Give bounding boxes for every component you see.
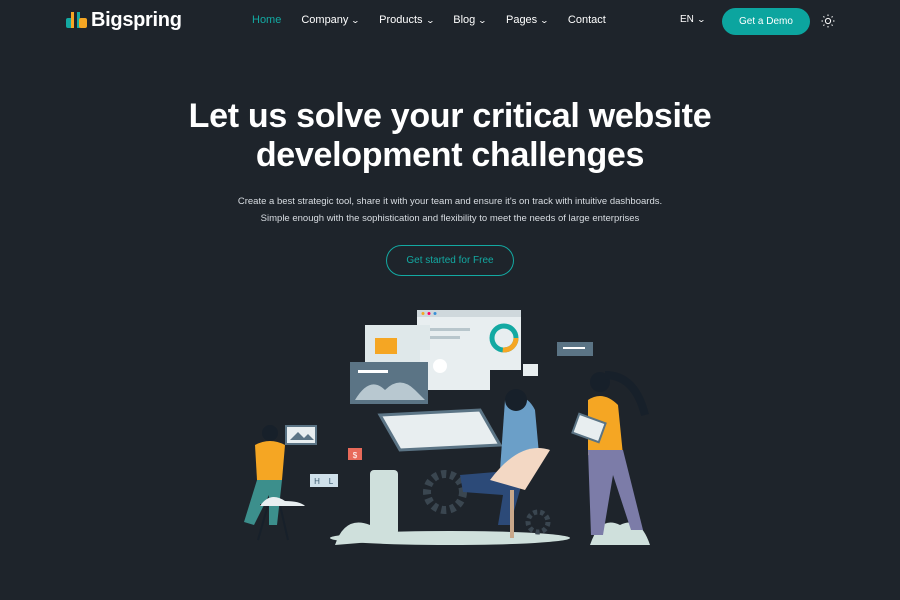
nav-label: Home <box>252 14 282 26</box>
chevron-down-icon: ⌄ <box>477 15 488 25</box>
nav-label: Pages <box>505 14 538 26</box>
nav-contact[interactable]: Contact <box>568 14 606 26</box>
hero-illustration: $ H L <box>244 310 650 545</box>
chevron-down-icon: ⌄ <box>351 15 361 25</box>
nav-label: Products <box>379 14 423 26</box>
title-line: Let us solve your critical website <box>188 97 712 135</box>
nav-company[interactable]: Company ⌄ <box>301 14 361 26</box>
brand-name: Bigspring <box>91 9 182 31</box>
logo-icon <box>66 11 87 28</box>
get-started-button[interactable]: Get started for Free <box>386 245 514 276</box>
chevron-down-icon: ⌄ <box>425 15 435 25</box>
nav-label: Company <box>301 14 349 26</box>
nav-blog[interactable]: Blog ⌄ <box>453 14 488 26</box>
subtitle-line: Create a best strategic tool, share it w… <box>237 196 663 207</box>
main-menu: Home Company ⌄ Products ⌄ Blog ⌄ Pages ⌄ Con… <box>252 14 626 26</box>
svg-text:H: H <box>314 477 320 486</box>
hero-title: Let us solve your critical website develo… <box>0 97 900 175</box>
svg-text:L: L <box>329 477 334 486</box>
nav-products[interactable]: Products ⌄ <box>379 14 435 26</box>
language-label: EN <box>680 14 694 25</box>
get-demo-button[interactable]: Get a Demo <box>722 8 810 35</box>
svg-text:$: $ <box>353 451 358 460</box>
nav-label: Contact <box>567 14 606 26</box>
chevron-down-icon: ⌄ <box>539 15 550 25</box>
chevron-down-icon: ⌄ <box>696 15 706 24</box>
nav-label: Blog <box>453 14 476 26</box>
logo[interactable]: Bigspring <box>66 9 182 32</box>
sun-icon[interactable] <box>821 14 835 28</box>
nav-home[interactable]: Home <box>252 14 281 26</box>
hero-subtitle: Create a best strategic tool, share it w… <box>0 193 900 227</box>
nav-pages[interactable]: Pages ⌄ <box>505 14 550 26</box>
subtitle-line: Simple enough with the sophistication an… <box>260 213 640 224</box>
navbar: Bigspring Home Company ⌄ Products ⌄ Blog ⌄ … <box>0 0 900 42</box>
title-line: development challenges <box>255 136 645 174</box>
language-selector[interactable]: EN ⌄ <box>680 14 706 25</box>
